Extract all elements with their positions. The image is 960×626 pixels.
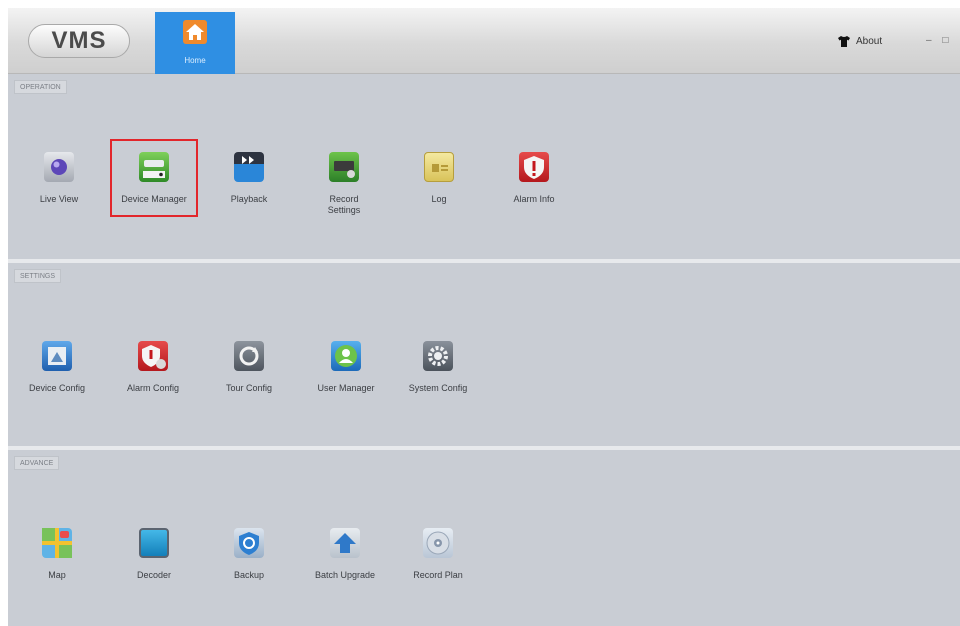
section-tag-operation: OPERATION [14,80,67,94]
alarm-info-label: Alarm Info [513,194,555,204]
map-tile[interactable]: Map [12,528,102,608]
device-config-tile[interactable]: Device Config [12,341,102,421]
user-manager-tile[interactable]: User Manager [301,341,391,421]
advance-section: ADVANCE Map Decoder Backup Batch Upgrade [8,450,960,626]
tour-config-tile[interactable]: Tour Config [204,341,294,421]
alarm-info-icon [519,152,549,182]
playback-tile[interactable]: Playback [204,152,294,232]
alarm-config-icon [138,341,168,371]
vms-logo: VMS [28,24,130,58]
tour-config-label: Tour Config [225,383,273,393]
tour-config-icon [234,341,264,371]
system-config-tile[interactable]: System Config [393,341,483,421]
decoder-icon [139,528,169,558]
playback-icon [234,152,264,182]
decoder-label: Decoder [136,570,172,580]
window-controls[interactable]: – □ [926,35,952,46]
record-settings-tile[interactable]: Record Settings [299,152,389,232]
map-label: Map [48,570,66,580]
about-label: About [856,36,883,47]
playback-label: Playback [230,194,268,204]
alarm-config-label: Alarm Config [126,383,180,393]
title-bar: VMS Home About – □ [8,8,960,74]
record-plan-label: Record Plan [413,570,463,580]
tab-home[interactable]: Home [155,12,235,74]
batch-upgrade-tile[interactable]: Batch Upgrade [300,528,390,608]
record-plan-icon [423,528,453,558]
record-plan-tile[interactable]: Record Plan [393,528,483,608]
live-view-icon [44,152,74,182]
settings-section: SETTINGS Device Config Alarm Config Tour… [8,263,960,446]
device-config-label: Device Config [28,383,86,393]
device-config-icon [42,341,72,371]
backup-icon [234,528,264,558]
record-settings-label: Record Settings [327,194,361,215]
map-icon [42,528,72,558]
tab-home-label: Home [184,56,206,65]
alarm-config-tile[interactable]: Alarm Config [108,341,198,421]
log-tile[interactable]: Log [394,152,484,232]
live-view-tile[interactable]: Live View [14,152,104,232]
alarm-info-tile[interactable]: Alarm Info [489,152,579,232]
about-button[interactable]: About [838,36,882,47]
user-manager-icon [331,341,361,371]
log-label: Log [431,194,447,204]
shirt-icon [838,36,850,47]
vms-window: VMS Home About – □ OPERATION Live View D… [8,8,960,626]
system-config-icon [423,341,453,371]
log-icon [424,152,454,182]
batch-upgrade-label: Batch Upgrade [314,570,376,580]
user-manager-label: User Manager [317,383,375,393]
live-view-label: Live View [39,194,79,204]
home-icon [183,20,207,44]
decoder-tile[interactable]: Decoder [109,528,199,608]
section-tag-advance: ADVANCE [14,456,60,470]
backup-tile[interactable]: Backup [204,528,294,608]
system-config-label: System Config [408,383,468,393]
backup-label: Backup [233,570,265,580]
record-settings-icon [329,152,359,182]
selection-highlight [110,139,198,217]
batch-upgrade-icon [330,528,360,558]
section-tag-settings: SETTINGS [14,269,62,283]
